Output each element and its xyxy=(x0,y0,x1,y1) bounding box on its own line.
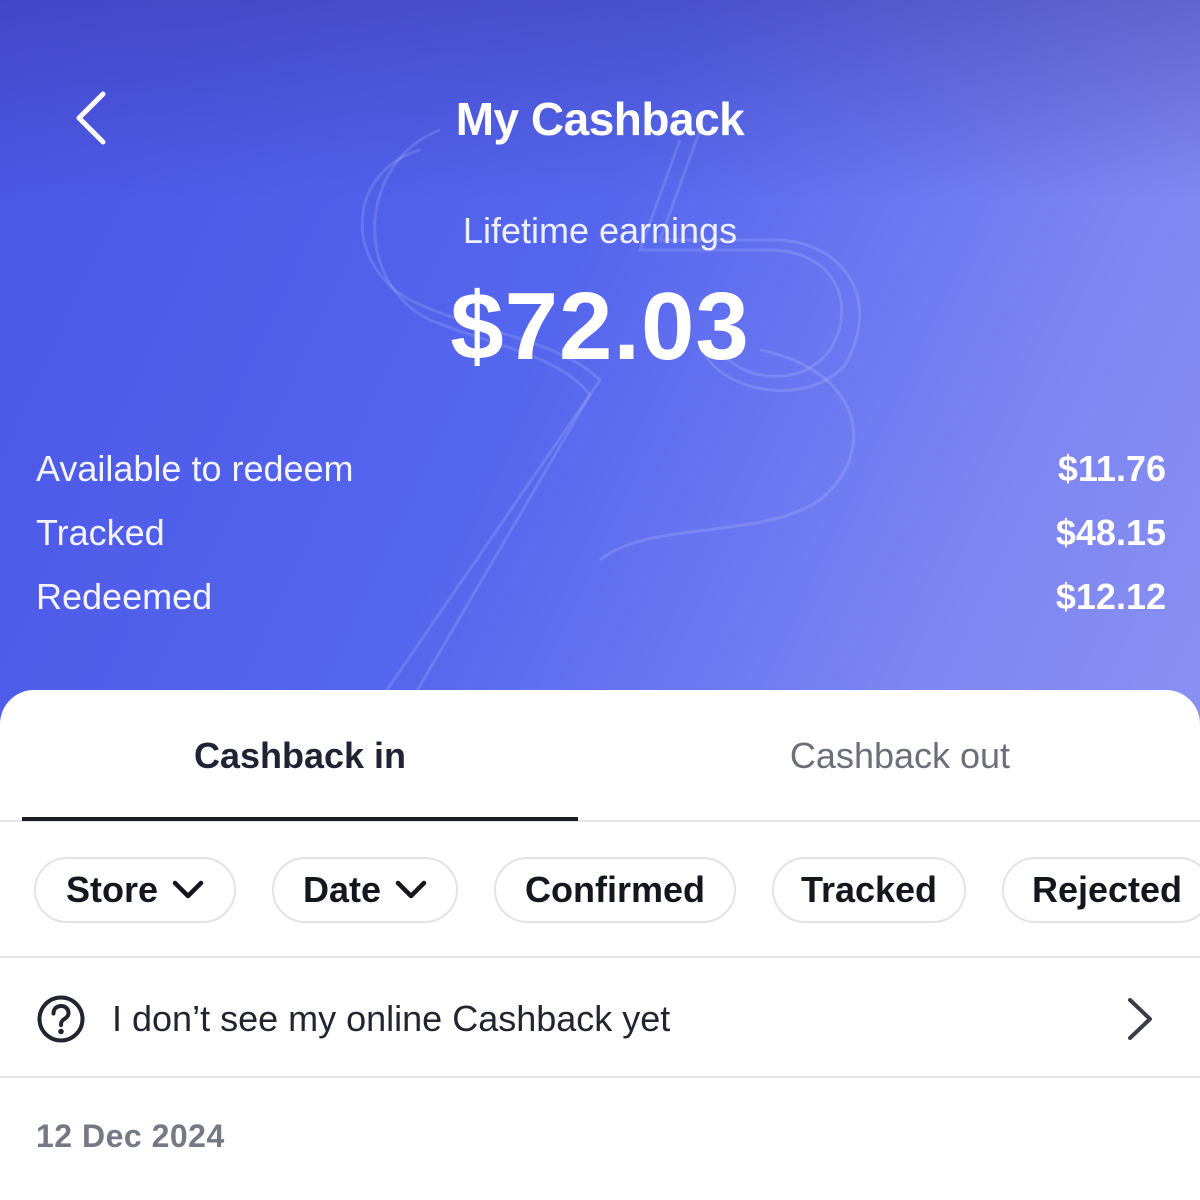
filter-label: Date xyxy=(302,869,382,910)
filter-store-button[interactable]: Store xyxy=(34,857,236,923)
summary-label: Available to redeem xyxy=(36,448,354,489)
summary-label: Redeemed xyxy=(36,576,213,617)
summary-row-redeemed: Redeemed $12.12 xyxy=(36,576,1166,618)
chevron-right-icon xyxy=(1128,998,1152,1040)
summary-row-tracked: Tracked $48.15 xyxy=(36,512,1166,554)
transactions-sheet: Cashback in Cashback out Store Date Conf… xyxy=(0,690,1200,1200)
help-row-text: I don’t see my online Cashback yet xyxy=(112,998,671,1039)
missing-cashback-help-row[interactable]: I don’t see my online Cashback yet xyxy=(0,960,1200,1078)
filter-confirmed-button[interactable]: Confirmed xyxy=(494,857,736,923)
page-title: My Cashback xyxy=(455,93,745,145)
list-date-heading: 12 Dec 2024 xyxy=(36,1118,225,1154)
hero-header: My Cashback Lifetime earnings $72.03 Ava… xyxy=(0,0,1200,760)
summary-value: $48.15 xyxy=(1055,512,1166,553)
filter-tracked-button[interactable]: Tracked xyxy=(772,857,966,923)
lifetime-earnings-label: Lifetime earnings xyxy=(462,210,738,251)
filter-label: Store xyxy=(65,869,159,910)
summary-label: Tracked xyxy=(36,512,165,553)
lifetime-earnings-value: $72.03 xyxy=(450,273,750,380)
question-circle-icon xyxy=(37,995,85,1043)
filter-chips: Store Date Confirmed Tracked Rejected xyxy=(0,824,1200,958)
summary-value: $11.76 xyxy=(1057,448,1166,489)
filter-rejected-button[interactable]: Rejected xyxy=(1002,857,1200,923)
active-tab-indicator xyxy=(22,817,578,821)
summary-value: $12.12 xyxy=(1055,576,1166,617)
chevron-down-icon xyxy=(172,880,204,900)
tab-cashback-in[interactable]: Cashback in xyxy=(22,690,578,822)
tab-cashback-out[interactable]: Cashback out xyxy=(600,690,1200,822)
filter-date-button[interactable]: Date xyxy=(272,857,458,923)
tab-bar: Cashback in Cashback out xyxy=(0,690,1200,822)
chevron-down-icon xyxy=(395,880,427,900)
summary-row-available: Available to redeem $11.76 xyxy=(36,448,1166,490)
